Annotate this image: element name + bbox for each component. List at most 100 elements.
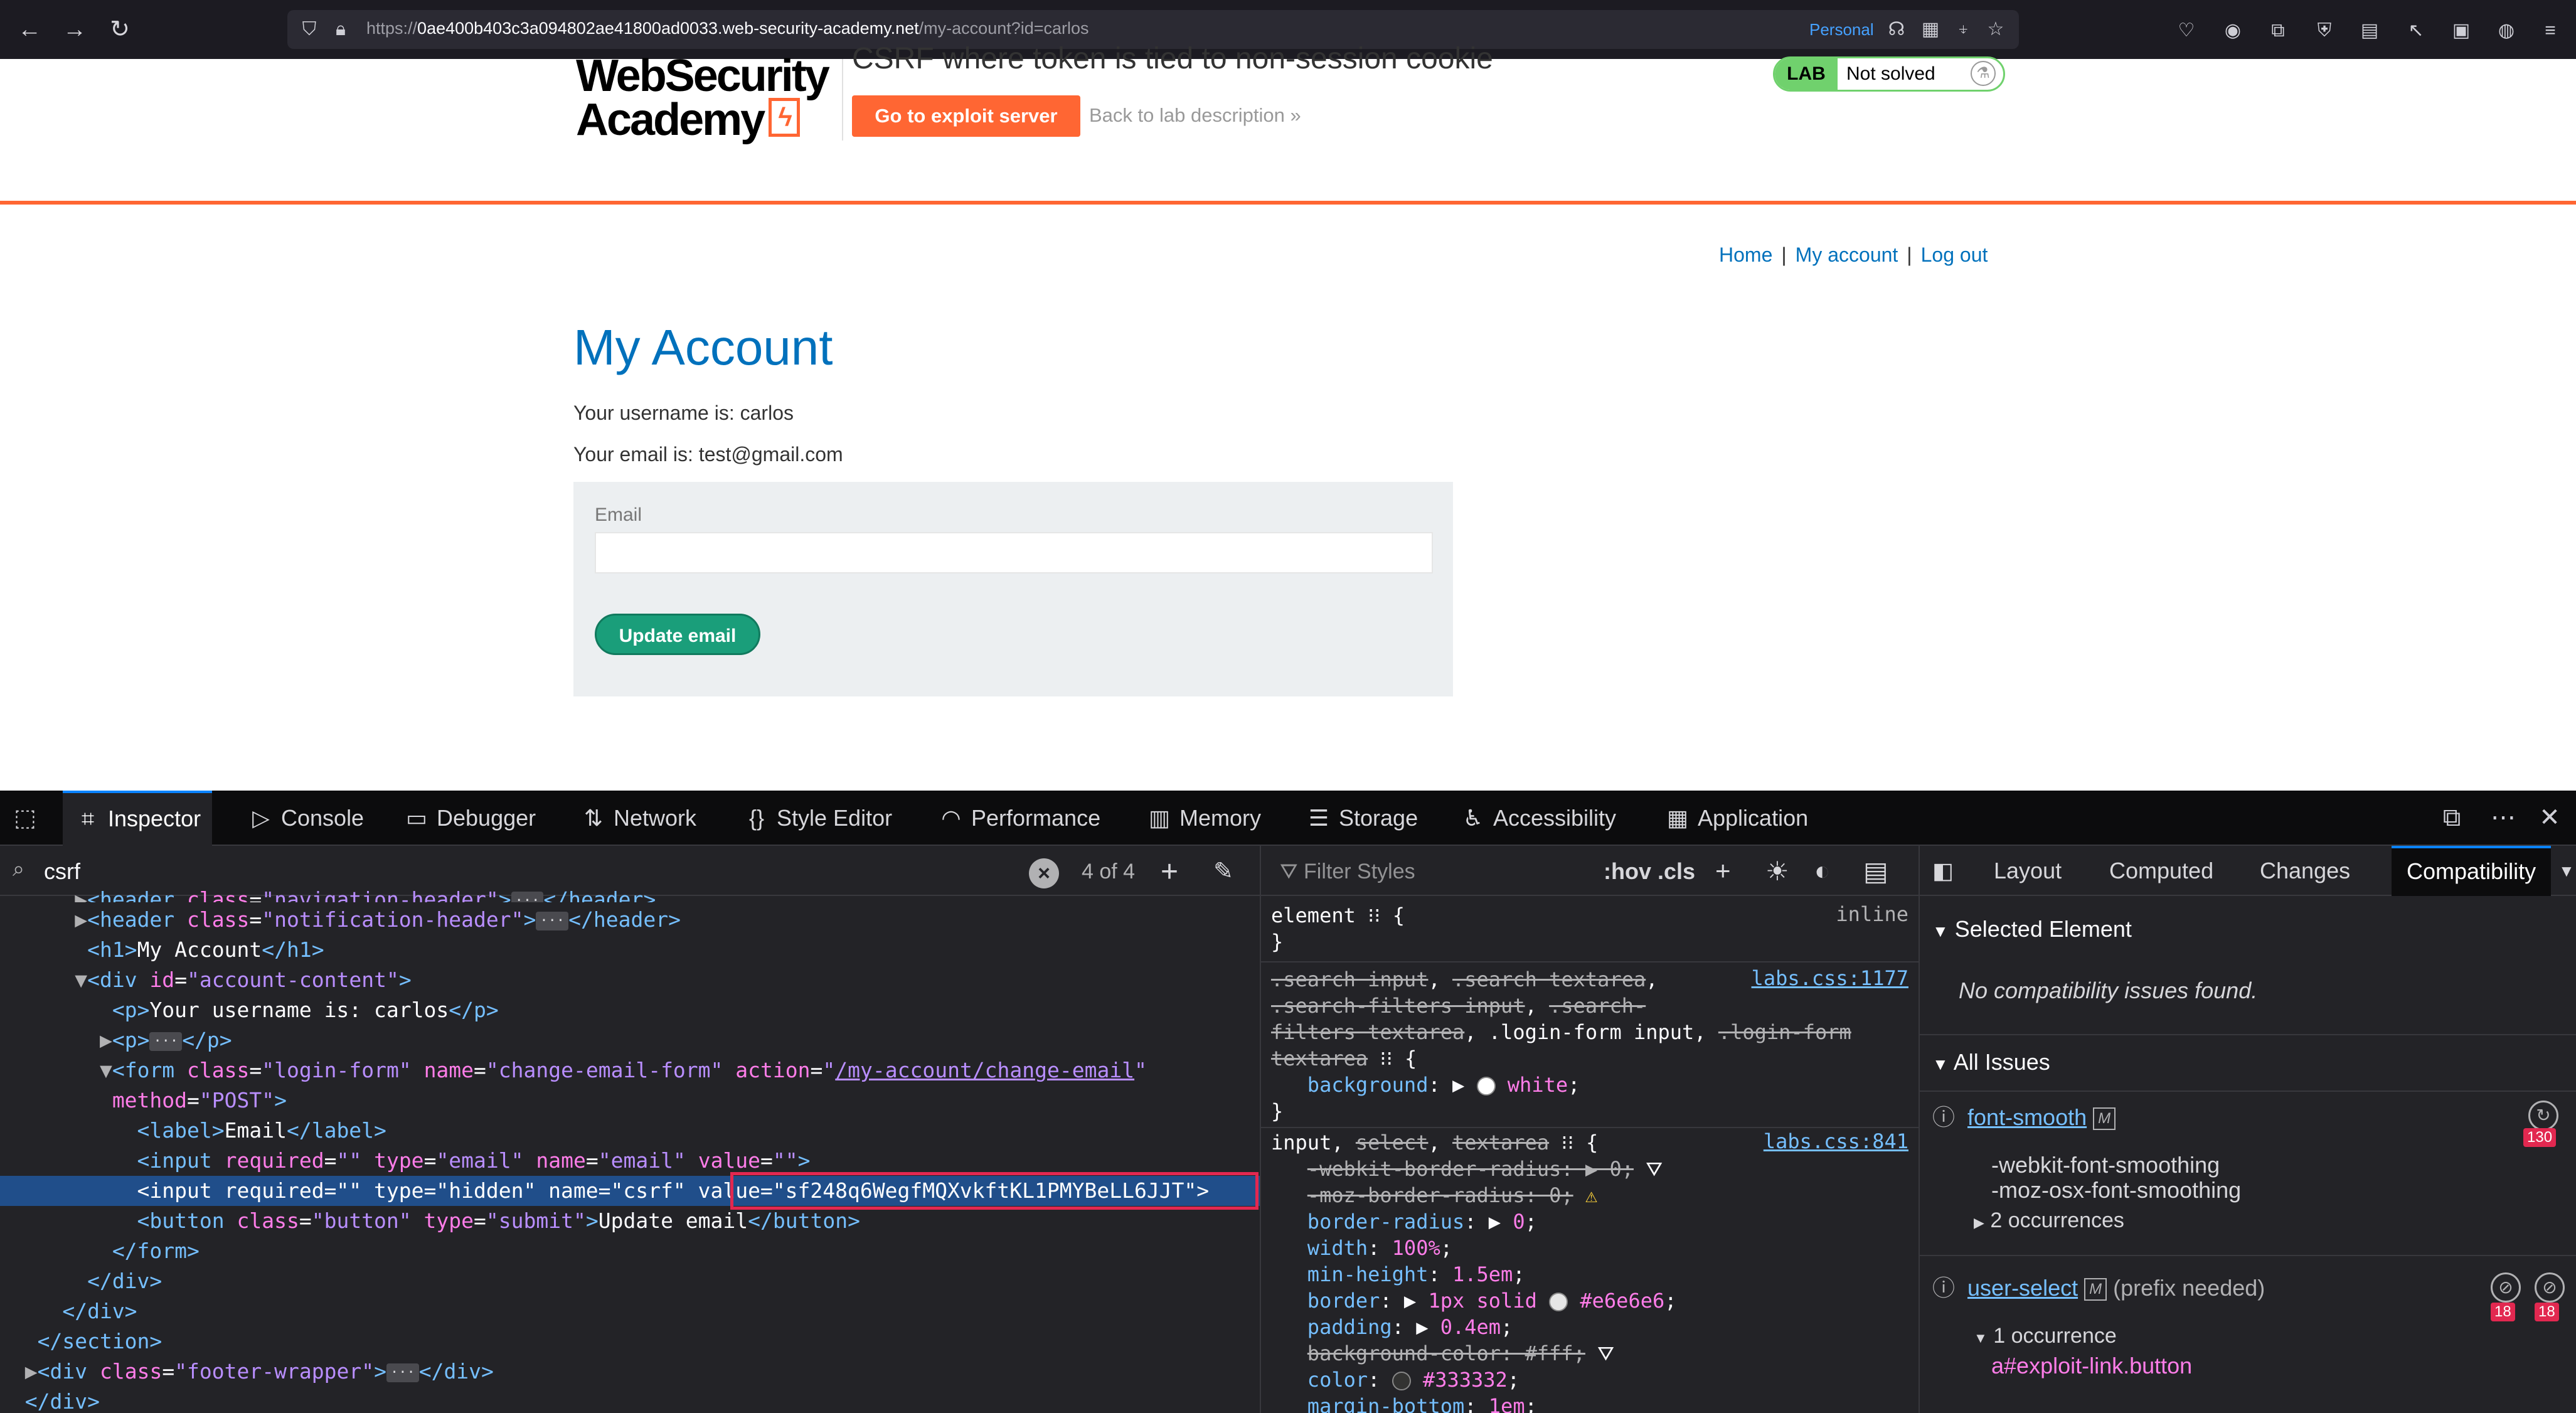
compatibility-panel: ◧ Layout Computed Changes Compatibility … — [1919, 846, 2576, 1413]
web-security-academy-logo[interactable]: WebSecurity Academy ϟ — [576, 53, 830, 148]
email-input[interactable] — [595, 532, 1433, 573]
markup-line[interactable]: </div> — [0, 1387, 1260, 1413]
extension-badge-icon[interactable]: ▣ — [2449, 19, 2473, 43]
account-icon[interactable]: ◉ — [2221, 19, 2245, 43]
mdn-icon[interactable]: M — [2084, 1278, 2107, 1301]
devtools-panel: ⬚ ⌗ Inspector ▷ Console ▭ Debugger ⇅ Network… — [0, 791, 2576, 1413]
fingerprint-icon[interactable]: ☊ — [1882, 15, 1911, 44]
markup-line[interactable]: method="POST"> — [0, 1085, 1260, 1116]
extensions-icon[interactable]: ⧉ — [2266, 19, 2290, 43]
back-to-lab-link[interactable]: Back to lab description » — [1089, 104, 1301, 127]
markup-line[interactable]: ▼<form class="login-form" name="change-e… — [0, 1055, 1260, 1085]
markup-line[interactable]: <h1>My Account</h1> — [0, 935, 1260, 965]
markup-line[interactable]: </div> — [0, 1266, 1260, 1296]
bookmark-star-icon[interactable]: ☆ — [1981, 15, 2010, 44]
markup-line[interactable]: ▶<div class="footer-wrapper"> ··· </div> — [0, 1357, 1260, 1387]
logo-line2: Academy — [576, 95, 765, 145]
rule-source-link-2[interactable]: labs.css:841 — [1764, 1129, 1908, 1153]
issue-name-link[interactable]: user-select — [1967, 1275, 2078, 1301]
tab-storage[interactable]: ☰ Storage — [1305, 791, 1418, 846]
issue-count-badge: 18 — [2491, 1303, 2515, 1321]
occurrences-toggle[interactable]: ▶ 2 occurrences — [1974, 1208, 2124, 1233]
selected-element-section[interactable]: ▼ Selected Element — [1932, 916, 2132, 942]
pointer-icon[interactable]: ↖ — [2404, 19, 2428, 43]
clear-search-icon[interactable]: × — [1029, 858, 1059, 888]
nav-log-out-link[interactable]: Log out — [1921, 243, 1988, 266]
container-label[interactable]: Personal — [1809, 20, 1874, 40]
issue-note: (prefix needed) — [2113, 1275, 2265, 1301]
tab-network[interactable]: ⇅ Network — [580, 791, 696, 846]
email-label: Email — [595, 504, 642, 525]
markup-line[interactable]: </form> — [0, 1236, 1260, 1266]
burp-extension-icon[interactable]: ⛨ — [2313, 19, 2336, 43]
issue-name-link[interactable]: font-smooth — [1967, 1104, 2087, 1130]
markup-line[interactable]: <p>Your username is: carlos</p> — [0, 995, 1260, 1025]
add-node-icon[interactable]: + — [1161, 855, 1178, 889]
lock-icon[interactable]: 🔒︎ — [326, 15, 355, 44]
markup-line[interactable]: </div> — [0, 1296, 1260, 1326]
back-arrow-icon[interactable]: ← — [14, 14, 45, 45]
grid-icon[interactable]: ▦ — [1916, 15, 1945, 44]
storage-icon: ☰ — [1308, 805, 1329, 831]
markup-line[interactable]: <label>Email</label> — [0, 1116, 1260, 1146]
section-divider — [1920, 1255, 2576, 1256]
lightning-bolt-icon: ϟ — [769, 98, 801, 137]
exploit-server-button[interactable]: Go to exploit server — [852, 95, 1080, 137]
chat-icon[interactable]: ◍ — [2494, 19, 2518, 43]
dock-mode-icon[interactable]: ⧉ — [2437, 805, 2467, 836]
browser-compat-icon: ⊘ — [2535, 1272, 2565, 1303]
tab-accessibility[interactable]: ♿︎ Accessibility — [1459, 791, 1616, 846]
tab-console[interactable]: ▷ Console — [247, 791, 364, 846]
nav-separator: | — [1907, 243, 1912, 266]
rule-source-link-1[interactable]: labs.css:1177 — [1752, 966, 1908, 990]
markup-line[interactable]: ▶<p> ··· </p> — [0, 1025, 1260, 1055]
tab-compatibility[interactable]: Compatibility — [2392, 846, 2552, 896]
eyedropper-icon[interactable]: ✎ — [1213, 857, 1233, 885]
tab-debugger[interactable]: ▭ Debugger — [403, 791, 536, 846]
print-media-icon[interactable]: ▤ — [1863, 856, 1888, 887]
occurrences-toggle[interactable]: ▼ 1 occurrence — [1974, 1324, 2117, 1348]
markup-line[interactable]: ▶<header class="notification-header"> ···… — [0, 905, 1260, 935]
url-text[interactable]: https://0ae400b403c3a094802ae41800ad0033… — [366, 19, 1089, 38]
markup-line[interactable]: </section> — [0, 1326, 1260, 1357]
apps-grid-icon[interactable]: ▤ — [2358, 19, 2382, 43]
pseudo-class-toggle[interactable]: :hov .cls — [1604, 858, 1695, 885]
markup-line[interactable]: <input required="" type="email" name="em… — [0, 1146, 1260, 1176]
tab-style-editor[interactable]: {} Style Editor — [743, 791, 892, 846]
dark-theme-icon[interactable]: ◐ — [1814, 856, 1830, 886]
close-devtools-icon[interactable]: ✕ — [2535, 805, 2565, 836]
tab-performance[interactable]: ◠ Performance — [937, 791, 1100, 846]
element-picker-icon[interactable]: ⬚ — [14, 803, 44, 833]
update-email-button[interactable]: Update email — [595, 614, 760, 655]
add-rule-icon[interactable]: + — [1715, 856, 1731, 886]
occurrence-selector-link[interactable]: a#exploit-link.button — [1991, 1353, 2192, 1379]
nav-home-link[interactable]: Home — [1719, 243, 1772, 266]
tab-layout[interactable]: Layout — [1994, 846, 2062, 896]
all-issues-section[interactable]: ▼ All Issues — [1932, 1049, 2050, 1075]
more-options-icon[interactable]: ⋯ — [2488, 805, 2518, 836]
reload-icon[interactable]: ↻ — [104, 14, 136, 45]
console-icon: ▷ — [252, 805, 270, 831]
light-theme-icon[interactable]: ☀ — [1765, 856, 1789, 887]
shield-icon[interactable]: ⛉ — [295, 15, 324, 44]
tab-computed[interactable]: Computed — [2109, 846, 2213, 896]
tab-application[interactable]: ▦ Application — [1664, 791, 1808, 846]
markup-line[interactable]: <button class="button" type="submit">Upd… — [0, 1206, 1260, 1236]
mdn-icon[interactable]: M — [2093, 1107, 2116, 1131]
rule-selectors-2[interactable]: input, select, textarea ⁝⁝ { -webkit-bor… — [1271, 1129, 1911, 1413]
markup-line[interactable]: ▼<div id="account-content"> — [0, 965, 1260, 995]
element-rule[interactable]: element ⁝⁝ { — [1271, 902, 1911, 929]
screenshot-icon[interactable]: ⍖ — [1949, 15, 1977, 44]
nav-my-account-link[interactable]: My account — [1796, 243, 1898, 266]
tab-memory[interactable]: ▥ Memory — [1146, 791, 1261, 846]
filter-styles-input[interactable]: ⛛ Filter Styles — [1280, 860, 1415, 884]
markup-search-input[interactable]: csrf — [44, 858, 80, 885]
tab-inspector[interactable]: ⌗ Inspector — [63, 791, 213, 846]
forward-arrow-icon[interactable]: → — [59, 14, 90, 45]
markup-line[interactable]: ▶<header class="navigation-header"> ··· </… — [0, 885, 1260, 902]
chevron-down-icon[interactable]: ▼ — [2558, 846, 2575, 896]
menu-icon[interactable]: ≡ — [2538, 19, 2562, 43]
pocket-icon[interactable]: ♡ — [2174, 19, 2198, 43]
tab-changes[interactable]: Changes — [2260, 846, 2350, 896]
toggle-sidebar-icon[interactable]: ◧ — [1932, 846, 1954, 896]
